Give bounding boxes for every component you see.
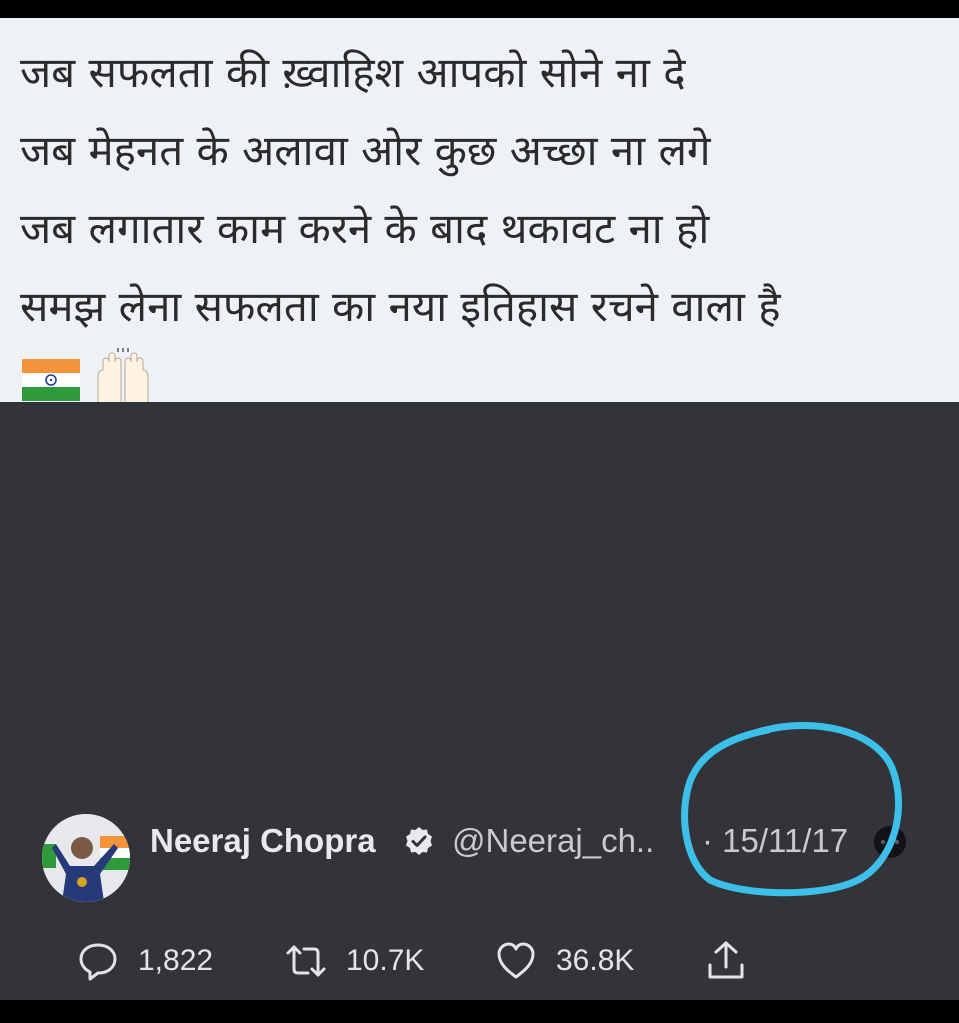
like-button[interactable]: 36.8K: [494, 936, 634, 986]
tweet-card: Neeraj Chopra @Neeraj_ch.. · 15/11/17: [0, 402, 959, 1000]
card-body: [0, 402, 959, 1000]
share-icon: [708, 941, 744, 979]
tweet-line-1: जब सफलता की ख़्वाहिश आपको सोने ना दे: [20, 48, 686, 97]
like-count: 36.8K: [556, 944, 635, 977]
retweet-button[interactable]: 10.7K: [284, 936, 424, 986]
tweet-image: जब सफलता की ख़्वाहिश आपको सोने ना दे जब …: [0, 18, 959, 411]
reply-count: 1,822: [138, 944, 214, 977]
tweet-line-3: जब लगातार काम करने के बाद थकावट ना हो: [20, 204, 710, 253]
tweet-line-2: जब मेहनत के अलावा ओर कुछ अच्छा ना लगे: [20, 126, 711, 175]
tweet-text: जब सफलता की ख़्वाहिश आपको सोने ना दे जब …: [20, 34, 781, 346]
flag-india-icon: [22, 359, 80, 401]
share-button[interactable]: [704, 936, 748, 986]
heart-icon: [497, 942, 535, 979]
retweet-count: 10.7K: [346, 944, 425, 977]
screenshot-frame: जब सफलता की ख़्वाहिश आपको सोने ना दे जब …: [0, 0, 959, 1023]
reply-button[interactable]: 1,822: [76, 936, 213, 986]
bottom-bar: [0, 1000, 959, 1023]
reply-icon: [79, 943, 117, 981]
retweet-icon: [286, 945, 326, 977]
tweet-actions: 1,822 10.7K 36.8K: [76, 936, 876, 986]
tweet-line-4: समझ लेना सफलता का नया इतिहास रचने वाला ह…: [20, 282, 781, 331]
